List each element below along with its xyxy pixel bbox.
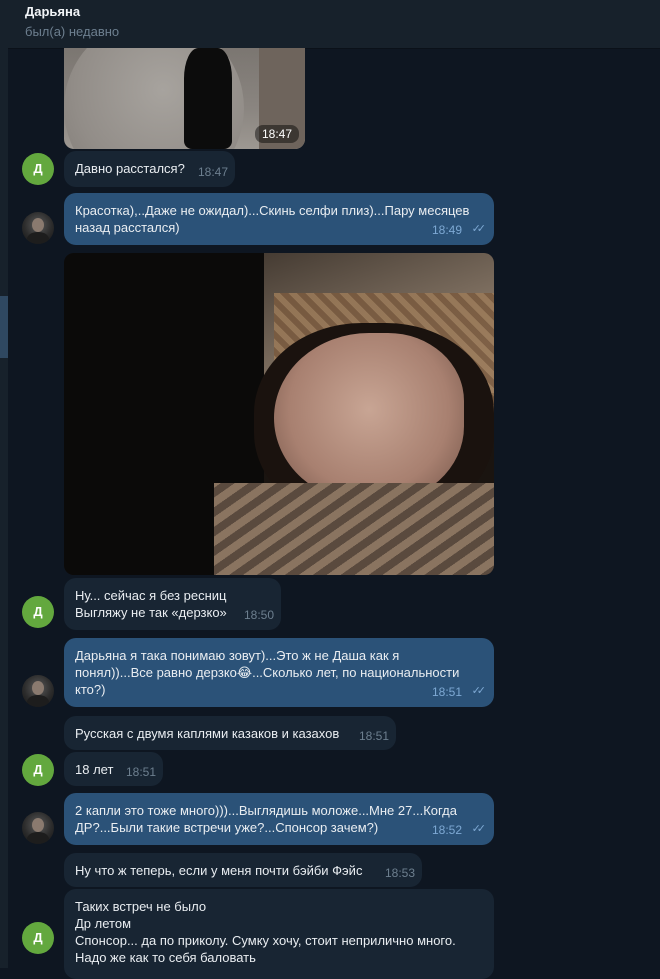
chat-header[interactable]: Дарьяна был(а) недавно (8, 0, 660, 49)
photo-message[interactable] (64, 253, 494, 575)
message-bubble-incoming[interactable]: Ну что ж теперь, если у меня почти бэйби… (64, 853, 422, 887)
message-time: 18:51 (125, 765, 156, 779)
left-panel-edge (0, 0, 8, 968)
read-checkmarks-icon: ✓✓ (471, 223, 487, 235)
message-text: Дарьяна я така понимаю зовут)...Это ж не… (75, 648, 460, 697)
message-bubble-incoming[interactable]: Русская с двумя каплями казаков и казахо… (64, 716, 396, 750)
message-bubble-outgoing[interactable]: Красотка),..Даже не ожидал)...Скинь селф… (64, 193, 494, 245)
message-text: Ну что ж теперь, если у меня почти бэйби… (75, 863, 363, 878)
message-bubble-incoming[interactable]: Таких встреч не было Др летом Спонсор...… (64, 889, 494, 979)
message-text: Таких встреч не было Др летом Спонсор...… (75, 899, 456, 965)
message-time: 18:51 (358, 729, 389, 743)
photo-message[interactable]: 18:47 (64, 48, 305, 149)
avatar[interactable] (22, 675, 54, 707)
message-text: Ну... сейчас я без ресниц Выгляжу не так… (75, 588, 227, 620)
message-time: 18:49 (431, 223, 462, 237)
message-bubble-outgoing[interactable]: 2 капли это тоже много)))...Выглядишь мо… (64, 793, 494, 845)
message-time: 18:52 (431, 823, 462, 837)
contact-status: был(а) недавно (25, 24, 120, 39)
message-text: Русская с двумя каплями казаков и казахо… (75, 726, 340, 741)
message-time: 18:47 (197, 165, 228, 179)
avatar[interactable] (22, 212, 54, 244)
scroll-indicator[interactable] (0, 296, 8, 358)
message-time: 18:50 (243, 608, 274, 622)
message-bubble-outgoing[interactable]: Дарьяна я така понимаю зовут)...Это ж не… (64, 638, 494, 707)
avatar[interactable]: Д (22, 754, 54, 786)
avatar[interactable]: Д (22, 153, 54, 185)
message-time: 18:53 (384, 866, 415, 880)
message-bubble-incoming[interactable]: 18 лет 18:51 (64, 752, 163, 786)
avatar[interactable] (22, 812, 54, 844)
message-text: Красотка),..Даже не ожидал)...Скинь селф… (75, 203, 470, 235)
contact-name[interactable]: Дарьяна (25, 4, 80, 19)
message-time: 18:51 (431, 685, 462, 699)
message-text: 2 капли это тоже много)))...Выглядишь мо… (75, 803, 457, 835)
message-bubble-incoming[interactable]: Ну... сейчас я без ресниц Выгляжу не так… (64, 578, 281, 630)
read-checkmarks-icon: ✓✓ (471, 823, 487, 835)
avatar[interactable]: Д (22, 922, 54, 954)
photo-time: 18:47 (254, 125, 299, 143)
read-checkmarks-icon: ✓✓ (471, 685, 487, 697)
avatar[interactable]: Д (22, 596, 54, 628)
message-bubble-incoming[interactable]: Давно расстался? 18:47 (64, 151, 235, 187)
